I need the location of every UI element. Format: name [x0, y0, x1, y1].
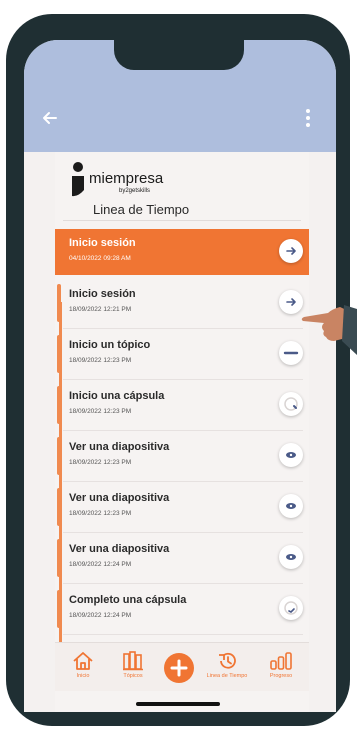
timeline-item[interactable]: Inicio una cápsula 18/09/2022 12:23 PM [55, 382, 309, 431]
row-divider [63, 481, 303, 482]
timeline-item-title: Ver una diapositiva [69, 441, 170, 453]
tab-linea-de-tiempo[interactable]: Linea de Tiempo [203, 643, 251, 691]
timeline-item[interactable]: Inicio un tópico 18/09/2022 12:23 PM [55, 331, 309, 380]
timeline-item-title: Inicio sesión [69, 237, 136, 249]
bottom-tab-bar: Inicio Tópicos Linea de Tiempo Progreso [55, 642, 309, 691]
timeline-item-timestamp: 18/09/2022 12:23 PM [69, 357, 132, 364]
logo-text: miempresa [89, 170, 164, 187]
timeline-item-timestamp: 18/09/2022 12:23 PM [69, 408, 132, 415]
home-icon [73, 652, 93, 670]
tab-label-inicio: Inicio [76, 673, 90, 679]
timeline-item-action-button[interactable] [279, 596, 303, 620]
timeline-item[interactable]: Inicio sesión 04/10/2022 09:28 AM [55, 229, 309, 275]
row-divider [63, 379, 303, 380]
logo-mark-icon [72, 162, 84, 197]
timeline-item[interactable]: Ver una diapositiva 18/09/2022 12:23 PM [55, 433, 309, 482]
logo-subtext: by2getskills [119, 188, 151, 194]
row-divider [63, 328, 303, 329]
books-icon [123, 651, 143, 671]
timeline-item-title: Inicio sesión [69, 288, 136, 300]
row-divider [63, 430, 303, 431]
timeline-item-action-button[interactable] [279, 545, 303, 569]
timeline-item[interactable]: Ver una diapositiva 18/09/2022 12:23 PM [55, 484, 309, 533]
bar-chart-icon [270, 652, 292, 670]
eye-icon [286, 503, 296, 509]
timeline-item-action-button[interactable] [279, 443, 303, 467]
capsule-complete-icon [284, 601, 298, 615]
tab-progreso[interactable]: Progreso [257, 643, 305, 691]
timeline-item[interactable]: Ver una diapositiva 18/09/2022 12:24 PM [55, 535, 309, 584]
menu-button[interactable] [294, 104, 322, 132]
page-title: Linea de Tiempo [93, 202, 190, 217]
timeline-item-action-button[interactable] [279, 392, 303, 416]
timeline-item-title: Inicio un tópico [69, 339, 151, 351]
eye-icon [286, 452, 296, 458]
timeline-marker [57, 284, 61, 322]
add-button[interactable] [164, 653, 194, 683]
timeline-item-action-button[interactable] [279, 494, 303, 518]
plus-icon [170, 659, 188, 677]
history-icon [219, 652, 236, 669]
tab-label-progreso: Progreso [269, 673, 293, 679]
timeline-item-timestamp: 18/09/2022 12:21 PM [69, 306, 132, 313]
timeline-item-timestamp: 18/09/2022 12:23 PM [69, 459, 132, 466]
app-logo: miempresa by2getskills [69, 160, 209, 200]
eye-icon [286, 554, 296, 560]
content-area: miempresa by2getskills Linea de Tiempo I… [55, 152, 309, 712]
row-divider [63, 532, 303, 533]
row-divider [63, 583, 303, 584]
tab-label-topicos: Tópicos [123, 673, 143, 679]
timeline-marker [57, 539, 61, 577]
timeline-marker [57, 488, 61, 526]
timeline-item[interactable]: Inicio sesión 18/09/2022 12:21 PM [55, 280, 309, 329]
timeline-item-title: Completo una cápsula [69, 594, 187, 606]
kebab-menu-icon [306, 109, 310, 127]
timeline-marker [57, 335, 61, 373]
back-button[interactable] [36, 104, 64, 132]
timeline-item-title: Inicio una cápsula [69, 390, 165, 402]
home-indicator [136, 702, 220, 706]
timeline-marker [57, 437, 61, 475]
tab-topicos[interactable]: Tópicos [109, 643, 157, 691]
tab-label-linea-de-tiempo: Linea de Tiempo [206, 673, 248, 679]
timeline-item-title: Ver una diapositiva [69, 492, 170, 504]
tab-inicio[interactable]: Inicio [59, 643, 107, 691]
timeline-marker [57, 386, 61, 424]
timeline-item-action-button[interactable] [279, 239, 303, 263]
pointing-hand-icon [301, 305, 357, 355]
timeline-item[interactable]: Completo una cápsula 18/09/2022 12:24 PM [55, 586, 309, 635]
timeline-marker [57, 590, 61, 628]
app-bar [24, 40, 336, 152]
title-divider [63, 220, 301, 221]
timeline-item-timestamp: 18/09/2022 12:23 PM [69, 510, 132, 517]
capsule-progress-icon [284, 397, 298, 411]
arrow-left-icon [43, 112, 57, 124]
timeline-item-timestamp: 04/10/2022 09:28 AM [69, 255, 131, 262]
timeline-item-title: Ver una diapositiva [69, 543, 170, 555]
camera-notch [114, 40, 244, 70]
row-divider [63, 634, 303, 635]
login-arrow-icon [286, 247, 296, 255]
timeline-item-timestamp: 18/09/2022 12:24 PM [69, 561, 132, 568]
timeline-item-timestamp: 18/09/2022 12:24 PM [69, 612, 132, 619]
